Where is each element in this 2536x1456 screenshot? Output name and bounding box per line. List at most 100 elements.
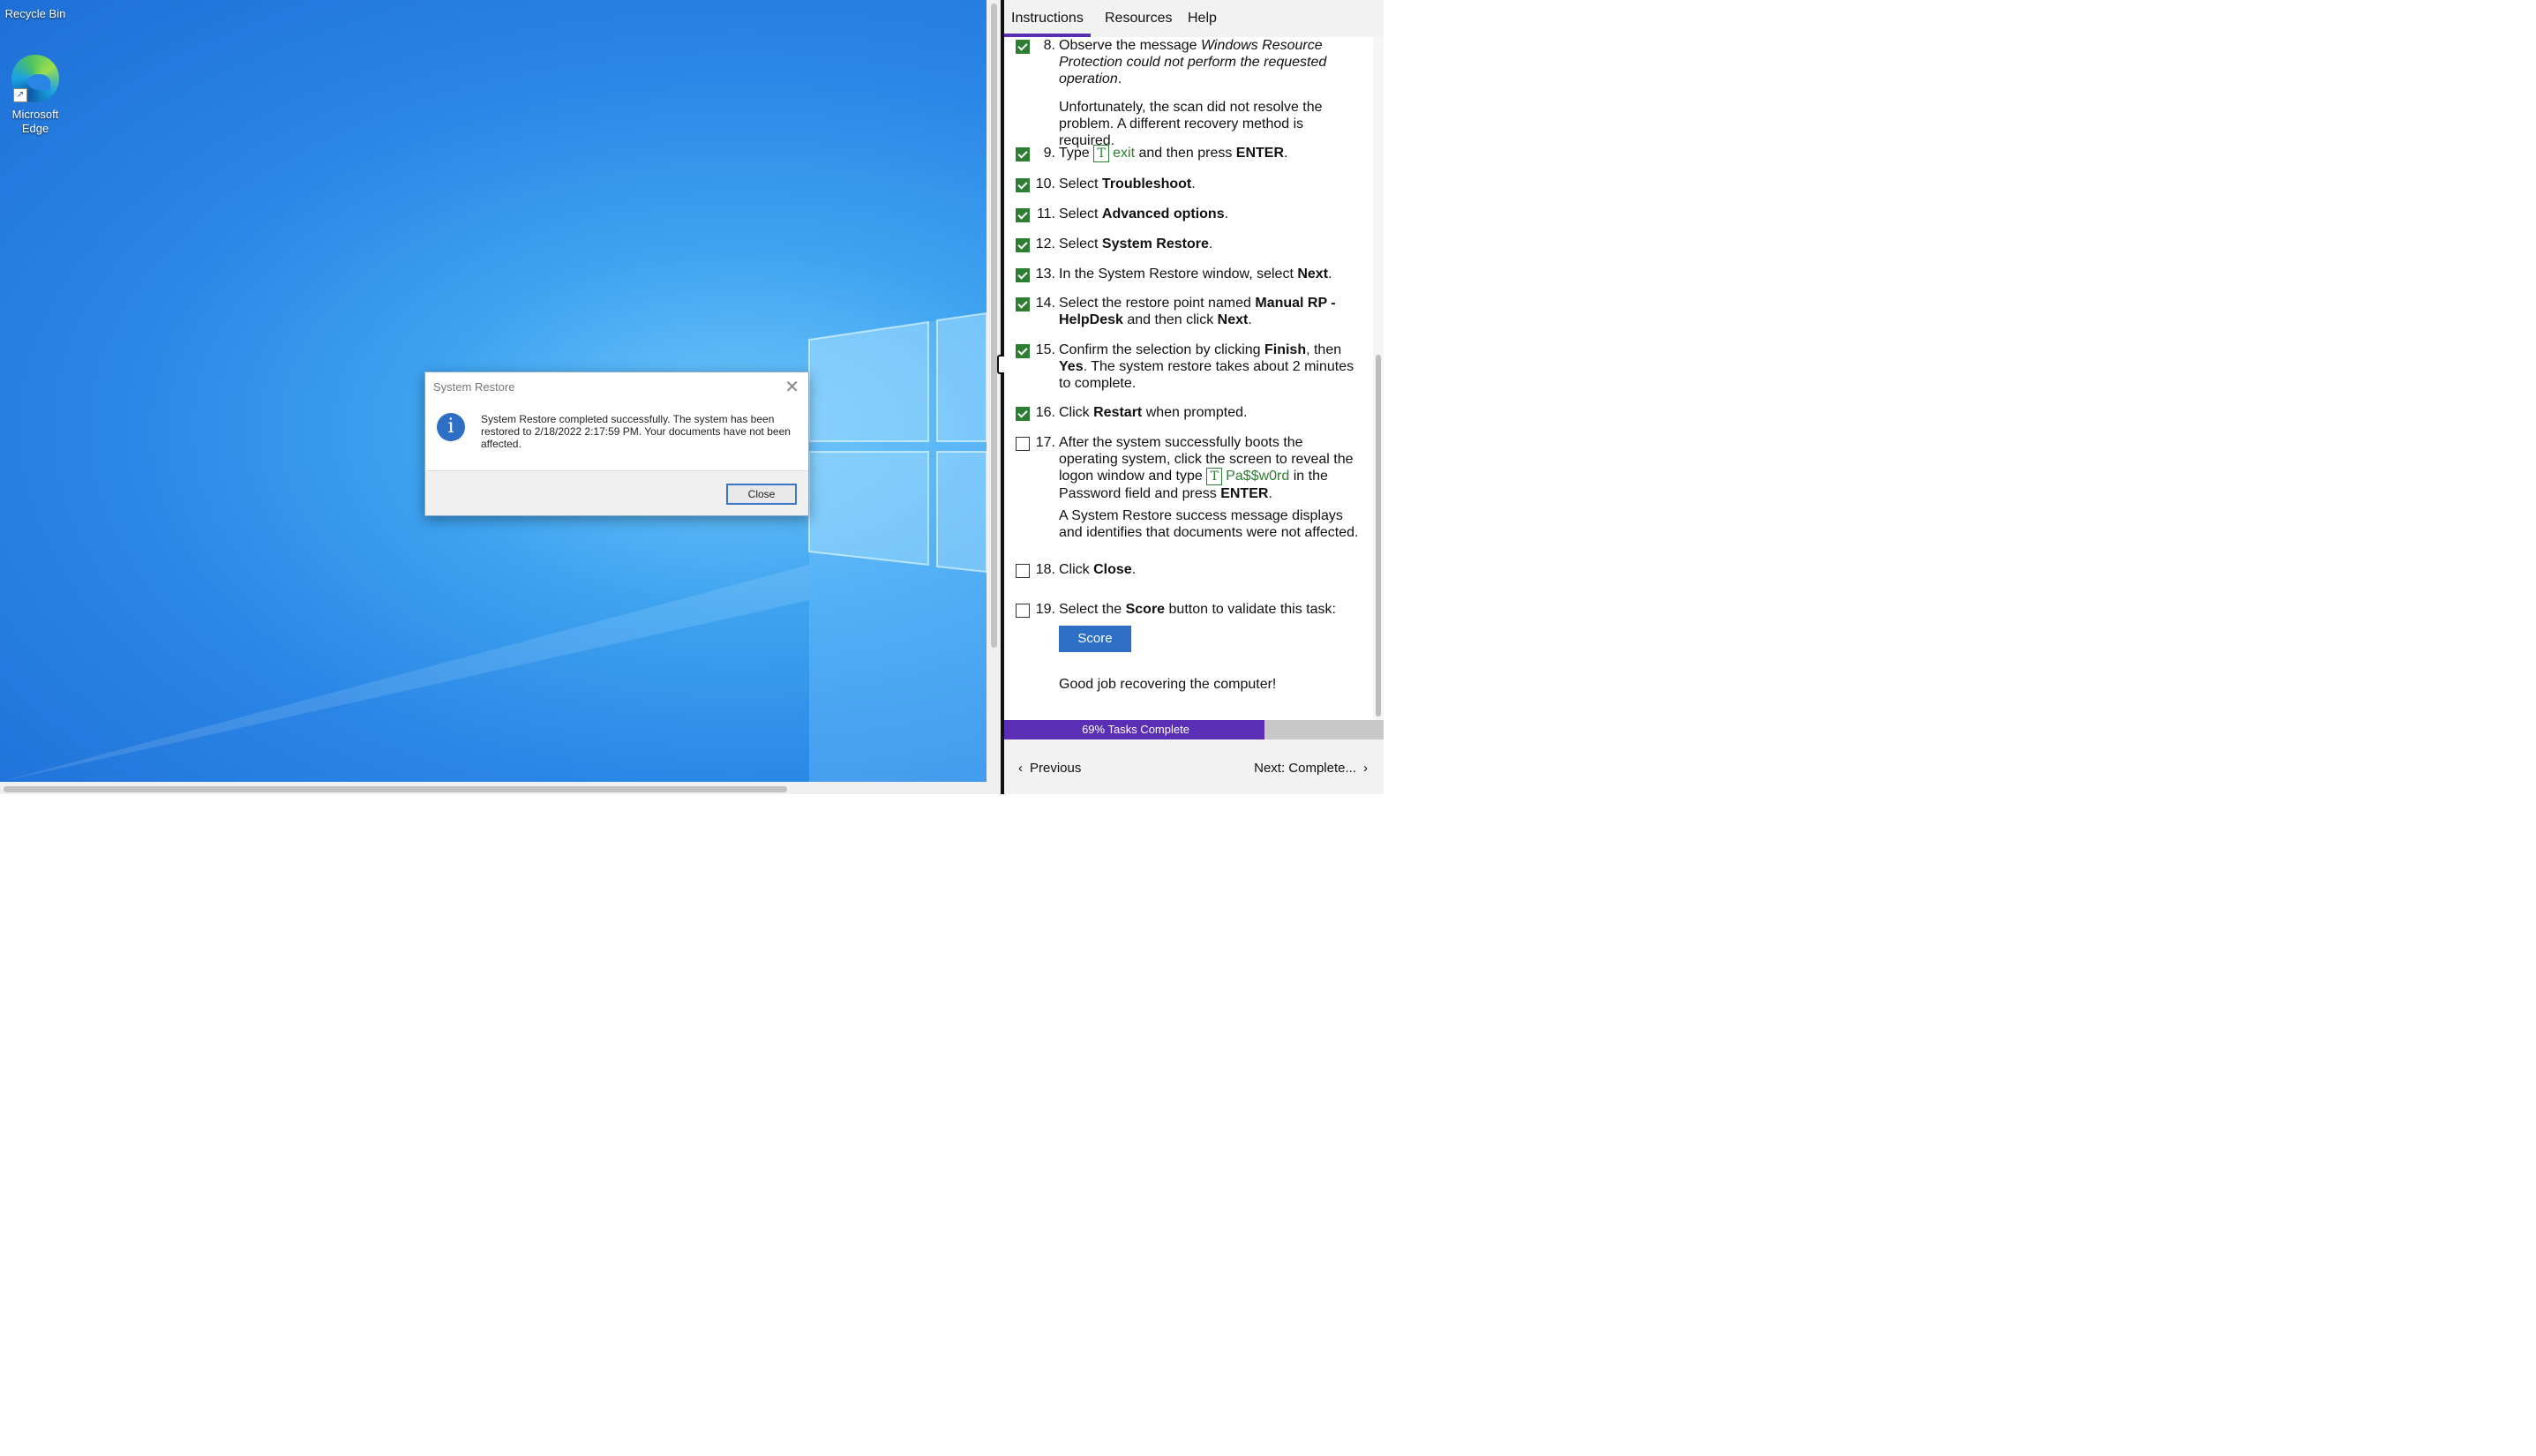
- step-text: In the System Restore window, select Nex…: [1059, 266, 1359, 282]
- navigation-bar: ‹ Previous Next: Complete... ›: [1004, 739, 1384, 794]
- step-text: Observe the message Windows Resource Pro…: [1059, 37, 1359, 87]
- step-text-part: Select: [1059, 176, 1102, 191]
- step-text: Type Texit and then press ENTER.: [1059, 145, 1359, 162]
- step-text-part: when prompted.: [1142, 405, 1248, 420]
- step-text-part: .: [1248, 312, 1252, 327]
- checked-checkbox-icon[interactable]: [1016, 147, 1030, 161]
- step-number: 12.: [1035, 236, 1055, 251]
- step-bold: Next: [1297, 266, 1329, 281]
- step-number: 19.: [1035, 602, 1055, 617]
- checked-checkbox-icon[interactable]: [1016, 40, 1030, 54]
- tab-resources[interactable]: Resources: [1105, 11, 1172, 26]
- step-note-text: A System Restore success message display…: [1059, 508, 1359, 540]
- step-text: Select Troubleshoot.: [1059, 176, 1359, 192]
- step-text-part: Observe the message: [1059, 38, 1201, 53]
- step-text-part: In the System Restore window, select: [1059, 266, 1298, 281]
- checked-checkbox-icon[interactable]: [1016, 407, 1030, 421]
- step-number: 10.: [1035, 176, 1055, 191]
- type-text-value[interactable]: exit: [1113, 146, 1135, 161]
- scrollbar-thumb[interactable]: [4, 786, 787, 792]
- step-bold: Finish: [1264, 342, 1307, 357]
- step-text-part: .: [1191, 176, 1196, 191]
- step-number: 16.: [1035, 405, 1055, 420]
- close-button[interactable]: Close: [726, 484, 797, 505]
- step-text-part: and then click: [1122, 312, 1218, 327]
- type-text-icon[interactable]: T: [1206, 468, 1223, 485]
- info-icon: i: [437, 413, 465, 441]
- instructions-content: 8. Observe the message Windows Resource P…: [1004, 37, 1384, 720]
- step-text: Select the Score button to validate this…: [1059, 601, 1359, 618]
- step-text-part: Select the restore point named: [1059, 296, 1256, 311]
- score-button[interactable]: Score: [1059, 626, 1131, 652]
- dialog-title: System Restore: [433, 380, 515, 394]
- step-text-part: Select the: [1059, 602, 1126, 617]
- checked-checkbox-icon[interactable]: [1016, 344, 1030, 358]
- dialog-footer: Close: [425, 470, 808, 515]
- step-bold: Score: [1125, 602, 1166, 617]
- checked-checkbox-icon[interactable]: [1016, 178, 1030, 192]
- next-button[interactable]: Next: Complete... ›: [1254, 761, 1368, 776]
- desktop[interactable]: Recycle Bin ↗ Microsoft Edge System Rest…: [0, 0, 987, 782]
- panel-vertical-scrollbar[interactable]: [1373, 37, 1384, 720]
- step-text-part: .: [1268, 486, 1272, 501]
- step-text-part: . The system restore takes about 2 minut…: [1059, 359, 1354, 391]
- step-text-part: .: [1131, 562, 1137, 577]
- step-number: 17.: [1035, 435, 1055, 450]
- step-bold: Restart: [1093, 405, 1143, 420]
- step-bold: Yes: [1059, 359, 1084, 374]
- step-bold: System Restore: [1101, 236, 1209, 251]
- step-number: 11.: [1036, 206, 1055, 221]
- step-text-part: Type: [1059, 146, 1094, 161]
- checked-checkbox-icon[interactable]: [1016, 268, 1030, 282]
- type-text-icon[interactable]: T: [1093, 145, 1110, 162]
- step-text-part: .: [1328, 266, 1332, 281]
- tab-bar: Instructions Resources Help: [1004, 0, 1384, 37]
- close-icon[interactable]: ✕: [784, 376, 799, 398]
- step-text-part: .: [1224, 206, 1229, 221]
- scrollbar-thumb[interactable]: [991, 4, 997, 648]
- step-text: After the system successfully boots the …: [1059, 434, 1359, 502]
- step-text-part: Click: [1059, 562, 1094, 577]
- microsoft-edge-label: Microsoft Edge: [11, 108, 59, 135]
- checkbox[interactable]: [1016, 564, 1030, 578]
- checked-checkbox-icon[interactable]: [1016, 208, 1030, 222]
- step-text: Click Close.: [1059, 561, 1359, 578]
- step-text-part: button to validate this task:: [1165, 602, 1336, 617]
- recycle-bin-icon[interactable]: Recycle Bin: [0, 0, 71, 21]
- step-bold: ENTER: [1220, 486, 1269, 501]
- checkbox[interactable]: [1016, 437, 1030, 451]
- recycle-bin-label: Recycle Bin: [4, 7, 66, 20]
- step-text: Click Restart when prompted.: [1059, 404, 1359, 421]
- step-text-part: Select: [1059, 206, 1102, 221]
- step-bold: ENTER: [1235, 146, 1285, 161]
- system-restore-dialog: System Restore ✕ i System Restore comple…: [424, 372, 809, 516]
- checkbox[interactable]: [1016, 604, 1030, 618]
- type-text-value[interactable]: Pa$$w0rd: [1226, 469, 1289, 484]
- desktop-vertical-scrollbar[interactable]: [987, 0, 1001, 794]
- desktop-horizontal-scrollbar[interactable]: [0, 782, 987, 794]
- step-number: 18.: [1035, 562, 1055, 577]
- scrollbar-thumb[interactable]: [1376, 355, 1381, 717]
- previous-button[interactable]: ‹ Previous: [1018, 761, 1081, 776]
- step-number: 8.: [1043, 38, 1055, 53]
- tab-instructions[interactable]: Instructions: [1011, 11, 1084, 26]
- checked-checkbox-icon[interactable]: [1016, 297, 1030, 311]
- checked-checkbox-icon[interactable]: [1016, 238, 1030, 252]
- step-number: 14.: [1035, 296, 1055, 311]
- progress-bar: 69% Tasks Complete: [1004, 720, 1384, 739]
- step-bold: Advanced options: [1101, 206, 1225, 221]
- step-text-part: , then: [1306, 342, 1342, 357]
- chevron-right-icon: ›: [1363, 761, 1368, 776]
- dialog-message: System Restore completed successfully. T…: [481, 413, 791, 450]
- next-label: Next: Complete...: [1254, 761, 1356, 776]
- microsoft-edge-icon[interactable]: ↗ Microsoft Edge: [0, 55, 71, 136]
- step-number: 15.: [1035, 342, 1055, 357]
- step-text-part: .: [1284, 146, 1288, 161]
- good-job-message: Good job recovering the computer!: [1059, 677, 1277, 692]
- chevron-left-icon: ‹: [1018, 761, 1023, 776]
- lab-panel: Instructions Resources Help 8. Observe th…: [1004, 0, 1384, 794]
- step-bold: Troubleshoot: [1101, 176, 1192, 191]
- step-text-part: Click: [1059, 405, 1094, 420]
- step-text-part: Select: [1059, 236, 1102, 251]
- tab-help[interactable]: Help: [1188, 11, 1217, 26]
